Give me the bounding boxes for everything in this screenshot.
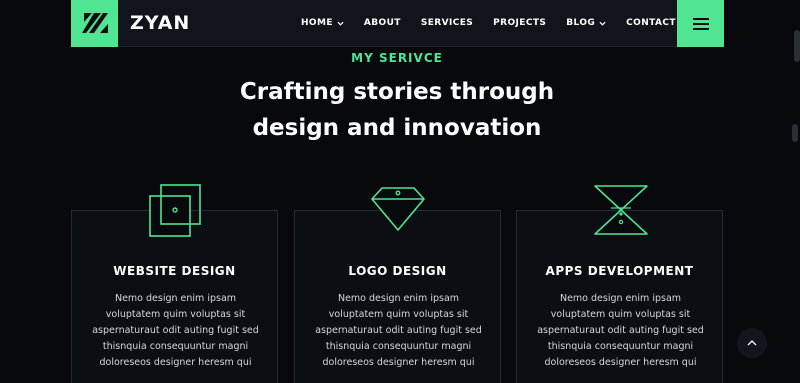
card-description: Nemo design enim ipsam voluptatem quim v… [309,291,488,371]
nav-projects[interactable]: PROJECTS [493,18,546,28]
card-desc-line: Nemo design enim ipsam [114,293,237,304]
top-navbar: ZYAN HOME ABOUT SERVICES PROJECTS BLOG C… [71,0,724,47]
hourglass-icon [594,185,648,235]
card-desc-line: doloreseos designer heresm qui [99,357,252,368]
headline-line-2: design and innovation [252,115,542,141]
nav-projects-label: PROJECTS [493,18,547,28]
scrollbar-thumb[interactable] [794,30,800,62]
side-indicator [792,124,798,142]
card-desc-line: thisnquia consequuntur magni [325,341,472,352]
card-desc-line: voluptatem quim voluptas sit [550,309,691,320]
section-eyebrow: MY SERIVCE [351,51,443,65]
chevron-down-icon [337,21,344,26]
section-headline: Crafting stories through design and inno… [0,74,794,146]
card-desc-line: aspernaturaut odit auting fugit sed [537,325,704,336]
menu-button[interactable] [677,0,724,47]
card-desc-line: thisnquia consequuntur magni [102,341,249,352]
nav-blog-label: BLOG [566,18,596,28]
card-description: Nemo design enim ipsam voluptatem quim v… [531,291,710,371]
card-title: APPS DEVELOPMENT [545,264,694,278]
nav-blog[interactable]: BLOG [566,18,606,28]
chevron-down-icon [599,21,606,26]
card-desc-line: doloreseos designer heresm qui [544,357,697,368]
nav-services[interactable]: SERVICES [421,18,473,28]
hamburger-icon [692,17,709,30]
card-title: WEBSITE DESIGN [113,264,236,278]
card-desc-line: Nemo design enim ipsam [559,293,682,304]
layered-squares-icon [149,184,201,237]
card-desc-line: doloreseos designer heresm qui [322,357,475,368]
nav-home-label: HOME [301,18,333,28]
card-desc-line: thisnquia consequuntur magni [547,341,694,352]
brand-logo[interactable] [71,0,118,47]
nav-home[interactable]: HOME [301,18,344,28]
nav-services-label: SERVICES [420,18,474,28]
card-desc-line: voluptatem quim voluptas sit [328,309,469,320]
brand-slashes-icon [81,13,108,33]
card-desc-line: aspernaturaut odit auting fugit sed [315,325,482,336]
nav-about-label: ABOUT [363,18,401,28]
nav-contact-label: CONTACT [626,18,676,28]
card-title: LOGO DESIGN [348,264,447,278]
diamond-icon [371,187,425,231]
nav-contact[interactable]: CONTACT [626,18,676,28]
brand-name[interactable]: ZYAN [130,12,230,34]
nav-about[interactable]: ABOUT [364,18,401,28]
card-description: Nemo design enim ipsam voluptatem quim v… [86,291,265,371]
card-desc-line: voluptatem quim voluptas sit [105,309,246,320]
card-desc-line: aspernaturaut odit auting fugit sed [92,325,259,336]
chevron-up-icon [747,340,757,346]
headline-line-1: Crafting stories through [239,79,555,105]
main-nav: HOME ABOUT SERVICES PROJECTS BLOG CONTAC… [301,18,696,28]
card-desc-line: Nemo design enim ipsam [337,293,460,304]
scroll-to-top-button[interactable] [737,328,767,358]
